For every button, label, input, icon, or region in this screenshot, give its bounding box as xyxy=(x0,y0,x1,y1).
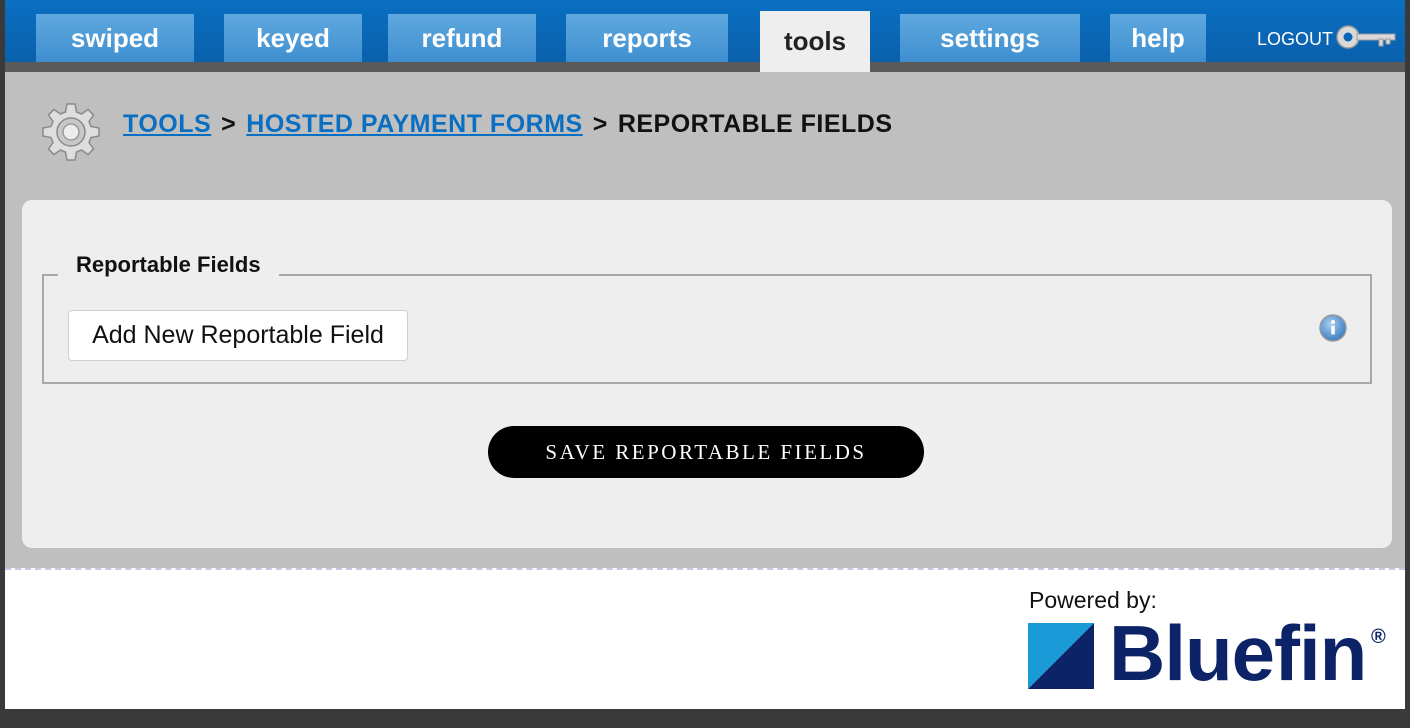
fieldset-legend: Reportable Fields xyxy=(58,250,279,280)
tab-settings[interactable]: settings xyxy=(900,14,1080,62)
key-icon xyxy=(1335,24,1397,55)
page-title: REPORTABLE FIELDS xyxy=(617,109,893,138)
bluefin-logo-icon xyxy=(1028,623,1094,689)
gear-icon xyxy=(39,100,103,164)
tab-keyed[interactable]: keyed xyxy=(224,14,362,62)
save-reportable-fields-button[interactable]: SAVE REPORTABLE FIELDS xyxy=(488,426,924,478)
breadcrumb: TOOLS > HOSTED PAYMENT FORMS > REPORTABL… xyxy=(123,108,893,140)
footer: Powered by: Bluefin ® xyxy=(5,568,1405,709)
tab-tools[interactable]: tools xyxy=(760,11,870,72)
breadcrumb-hosted-payment-forms-link[interactable]: HOSTED PAYMENT FORMS xyxy=(246,110,582,139)
add-reportable-field-button[interactable]: Add New Reportable Field xyxy=(68,310,408,361)
info-icon[interactable] xyxy=(1318,313,1348,343)
breadcrumb-separator: > xyxy=(221,109,237,138)
registered-mark: ® xyxy=(1371,626,1386,648)
breadcrumb-tools-link[interactable]: TOOLS xyxy=(123,110,211,139)
tab-swiped[interactable]: swiped xyxy=(36,14,194,62)
browser-frame: swiped keyed refund reports tools settin… xyxy=(0,0,1410,728)
logout-link[interactable]: LOGOUT xyxy=(1257,24,1397,54)
tab-refund[interactable]: refund xyxy=(388,14,536,62)
app-window: swiped keyed refund reports tools settin… xyxy=(5,0,1405,709)
breadcrumb-separator: > xyxy=(592,109,608,138)
bluefin-logo-text: Bluefin xyxy=(1109,609,1367,697)
nav-strip xyxy=(5,62,1405,72)
tab-help[interactable]: help xyxy=(1110,14,1206,62)
tab-reports[interactable]: reports xyxy=(566,14,728,62)
reportable-fields-panel: Reportable Fields Add New Reportable Fie… xyxy=(22,200,1392,548)
logout-label: LOGOUT xyxy=(1257,28,1334,49)
top-nav: swiped keyed refund reports tools settin… xyxy=(5,0,1405,72)
